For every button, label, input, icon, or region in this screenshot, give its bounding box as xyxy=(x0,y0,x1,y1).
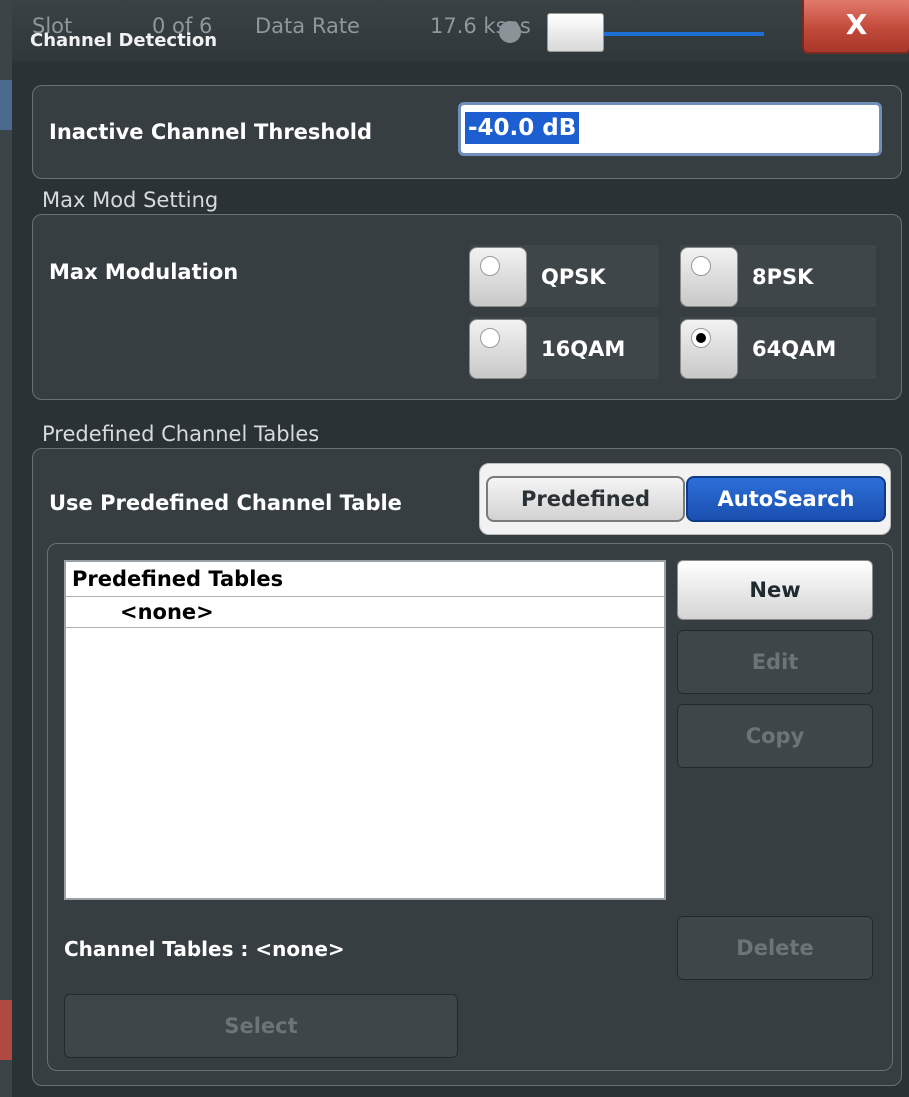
radio-button[interactable] xyxy=(680,247,738,307)
threshold-group: Inactive Channel Threshold -40.0 dB xyxy=(32,85,902,179)
max-mod-group: Max Modulation QPSK 8PSK 16QAM 64QAM xyxy=(32,214,902,400)
use-predefined-label: Use Predefined Channel Table xyxy=(49,491,402,515)
dialog-titlebar[interactable]: Slot 0 of 6 Data Rate 17.6 ksps Channel … xyxy=(12,0,909,62)
radio-label: 64QAM xyxy=(752,337,837,361)
background-window-edge xyxy=(0,0,12,1097)
max-modulation-label: Max Modulation xyxy=(49,260,239,284)
radio-circle-icon xyxy=(691,256,711,276)
ghost-indicator-dot xyxy=(499,21,521,43)
copy-button[interactable]: Copy xyxy=(677,704,873,768)
radio-circle-selected-icon xyxy=(691,328,711,348)
predefined-group: Use Predefined Channel Table Predefined … xyxy=(32,448,902,1086)
dialog-title: Channel Detection xyxy=(30,30,218,51)
radio-circle-icon xyxy=(480,256,500,276)
ghost-slider-knob xyxy=(547,13,604,52)
threshold-value: -40.0 dB xyxy=(465,112,580,144)
radio-label: QPSK xyxy=(541,265,606,289)
delete-button[interactable]: Delete xyxy=(677,916,873,980)
radio-8psk[interactable]: 8PSK xyxy=(680,245,876,307)
predefined-section-title: Predefined Channel Tables xyxy=(42,422,320,446)
radio-button[interactable] xyxy=(680,319,738,379)
channel-tables-label: Channel Tables : <none> xyxy=(64,937,345,961)
predefined-toggle: Predefined AutoSearch xyxy=(479,463,891,535)
radio-button[interactable] xyxy=(469,247,527,307)
threshold-input[interactable]: -40.0 dB xyxy=(458,102,882,156)
close-button[interactable]: X xyxy=(802,0,909,54)
ghost-data-rate-label: Data Rate xyxy=(255,14,360,38)
max-mod-section-title: Max Mod Setting xyxy=(42,188,219,212)
radio-label: 8PSK xyxy=(752,265,814,289)
threshold-label: Inactive Channel Threshold xyxy=(49,120,373,144)
channel-detection-dialog: Inactive Channel Threshold -40.0 dB Max … xyxy=(12,62,909,1097)
new-button[interactable]: New xyxy=(677,560,873,620)
predefined-tables-list[interactable]: Predefined Tables <none> xyxy=(64,560,666,900)
radio-64qam[interactable]: 64QAM xyxy=(680,317,876,379)
ghost-slider-track xyxy=(602,32,764,36)
radio-circle-icon xyxy=(480,328,500,348)
radio-16qam[interactable]: 16QAM xyxy=(469,317,659,379)
toggle-predefined-button[interactable]: Predefined xyxy=(486,476,685,522)
table-row[interactable]: <none> xyxy=(66,597,664,628)
radio-button[interactable] xyxy=(469,319,527,379)
radio-label: 16QAM xyxy=(541,337,626,361)
edit-button[interactable]: Edit xyxy=(677,630,873,694)
toggle-autosearch-button[interactable]: AutoSearch xyxy=(686,476,886,522)
close-icon: X xyxy=(845,8,868,41)
radio-qpsk[interactable]: QPSK xyxy=(469,245,659,307)
select-button[interactable]: Select xyxy=(64,994,458,1058)
tables-subgroup: Predefined Tables <none> New Edit Copy C… xyxy=(47,543,893,1071)
table-header: Predefined Tables xyxy=(66,562,664,597)
